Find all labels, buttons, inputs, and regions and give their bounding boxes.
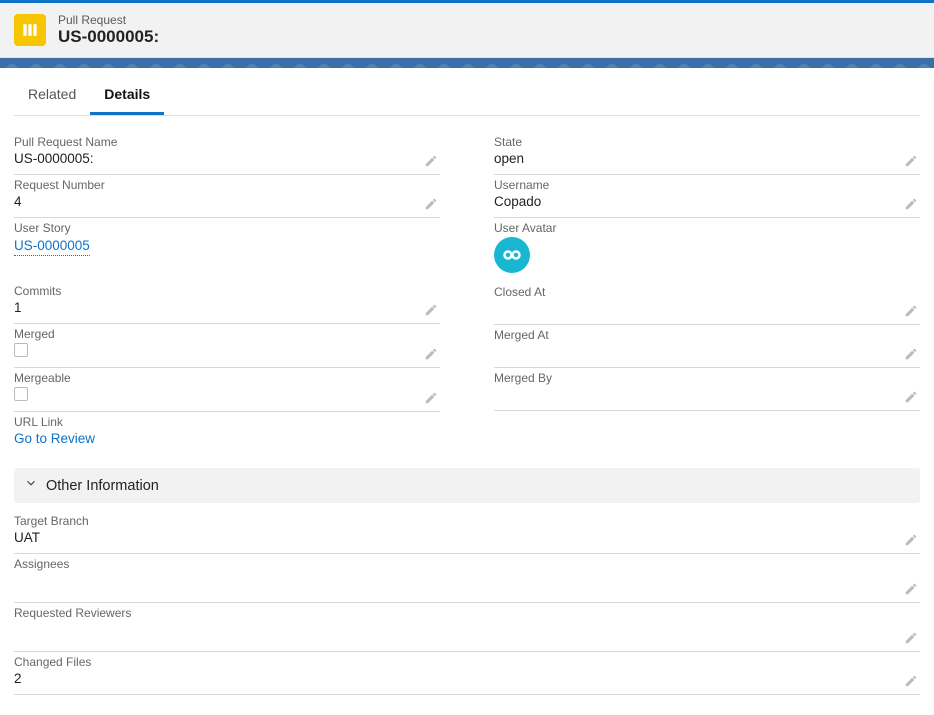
field-merged-at: Merged At: [494, 325, 920, 368]
chevron-down-icon: [24, 476, 38, 495]
field-label: Username: [494, 178, 920, 192]
field-label: State: [494, 135, 920, 149]
field-label: Requested Reviewers: [14, 606, 920, 620]
field-mergeable: Mergeable: [14, 368, 440, 412]
field-changed-files: Changed Files 2: [14, 652, 920, 695]
pencil-icon[interactable]: [424, 347, 438, 361]
field-user-avatar: User Avatar: [494, 218, 920, 278]
field-assignees: Assignees: [14, 554, 920, 603]
field-label: Request Number: [14, 178, 440, 192]
field-commits: Commits 1: [14, 281, 440, 324]
field-label: Mergeable: [14, 371, 440, 385]
field-label: User Avatar: [494, 221, 920, 235]
pencil-icon[interactable]: [424, 391, 438, 405]
record-header: Pull Request US-0000005:: [0, 3, 934, 58]
field-value: [494, 387, 920, 405]
field-username: Username Copado: [494, 175, 920, 218]
field-value: Copado: [494, 194, 920, 212]
field-label: Commits: [14, 284, 440, 298]
field-value: [494, 301, 920, 319]
field-label: Merged At: [494, 328, 920, 342]
field-merged-by: Merged By: [494, 368, 920, 411]
field-label: User Story: [14, 221, 440, 235]
avatar: [494, 237, 530, 273]
field-closed-at: Closed At: [494, 282, 920, 325]
merged-checkbox[interactable]: [14, 343, 28, 357]
field-user-story: User Story US-0000005: [14, 218, 440, 261]
user-story-link[interactable]: US-0000005: [14, 238, 90, 256]
field-value: open: [494, 151, 920, 169]
field-label: Closed At: [494, 285, 920, 299]
field-value: [14, 573, 920, 597]
pencil-icon[interactable]: [904, 304, 918, 318]
field-label: Assignees: [14, 557, 920, 571]
field-label: Pull Request Name: [14, 135, 440, 149]
right-column: State open Username Copado User Avatar C…: [494, 132, 920, 454]
tab-related[interactable]: Related: [14, 74, 90, 115]
pencil-icon[interactable]: [904, 533, 918, 547]
field-value: [494, 344, 920, 362]
pencil-icon[interactable]: [904, 674, 918, 688]
field-state: State open: [494, 132, 920, 175]
pencil-icon[interactable]: [424, 197, 438, 211]
field-request-number: Request Number 4: [14, 175, 440, 218]
field-label: Merged By: [494, 371, 920, 385]
field-url-link: URL Link Go to Review: [14, 412, 440, 454]
pencil-icon[interactable]: [904, 390, 918, 404]
go-to-review-link[interactable]: Go to Review: [14, 431, 440, 449]
field-pull-request-name: Pull Request Name US-0000005:: [14, 132, 440, 175]
field-value: [14, 622, 920, 646]
tabs: Related Details: [14, 74, 920, 116]
section-title: Other Information: [46, 478, 159, 494]
field-label: URL Link: [14, 415, 440, 429]
pencil-icon[interactable]: [904, 197, 918, 211]
field-value: 2: [14, 671, 920, 689]
field-merged: Merged: [14, 324, 440, 368]
field-label: Target Branch: [14, 514, 920, 528]
field-value: UAT: [14, 530, 920, 548]
field-label: Merged: [14, 327, 440, 341]
section-other-information[interactable]: Other Information: [14, 468, 920, 503]
pencil-icon[interactable]: [424, 154, 438, 168]
mergeable-checkbox[interactable]: [14, 387, 28, 401]
field-value: 1: [14, 300, 440, 318]
field-value: US-0000005:: [14, 151, 440, 169]
pencil-icon[interactable]: [904, 582, 918, 596]
pencil-icon[interactable]: [904, 347, 918, 361]
field-value: 4: [14, 194, 440, 212]
field-target-branch: Target Branch UAT: [14, 511, 920, 554]
tab-details[interactable]: Details: [90, 74, 164, 115]
field-requested-reviewers: Requested Reviewers: [14, 603, 920, 652]
left-column: Pull Request Name US-0000005: Request Nu…: [14, 132, 440, 454]
field-label: Changed Files: [14, 655, 920, 669]
pencil-icon[interactable]: [904, 154, 918, 168]
record-type-label: Pull Request: [58, 13, 159, 27]
pencil-icon[interactable]: [424, 303, 438, 317]
pattern-strip: [0, 58, 934, 68]
record-title: US-0000005:: [58, 27, 159, 47]
pencil-icon[interactable]: [904, 631, 918, 645]
pull-request-icon: [14, 14, 46, 46]
